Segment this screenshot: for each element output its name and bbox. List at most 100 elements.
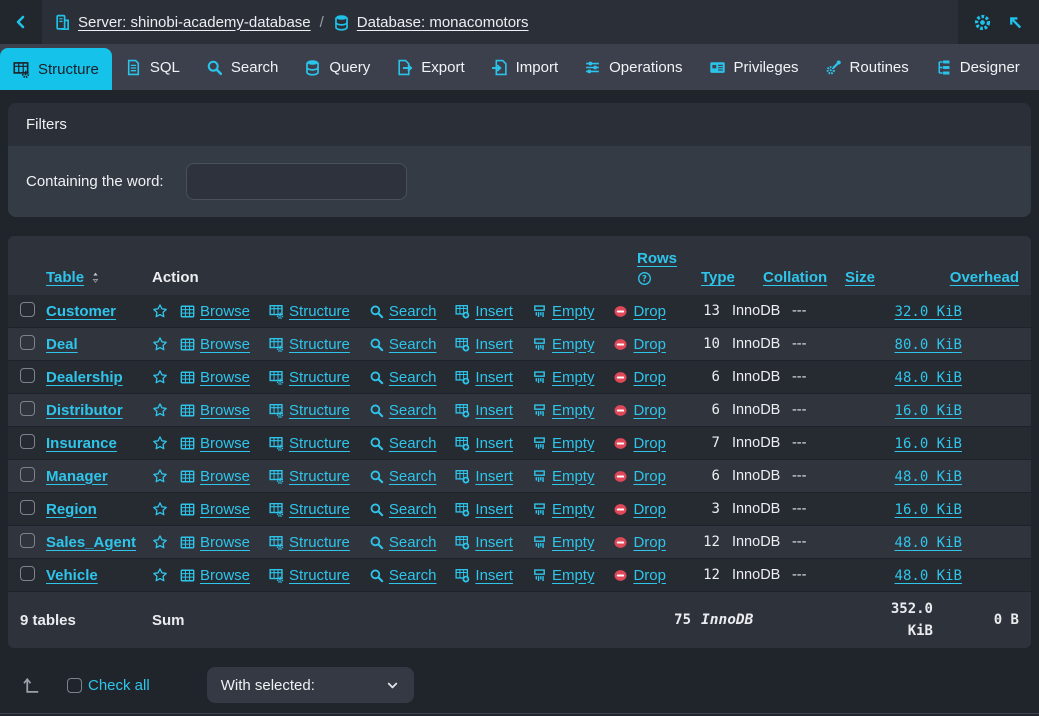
tab-routines[interactable]: Routines [812,44,922,90]
action-drop-link[interactable]: Drop [613,303,666,320]
favorite-star-icon[interactable] [152,303,180,319]
tab-privileges[interactable]: Privileges [696,44,812,90]
table-name-link[interactable]: Customer [46,303,116,320]
action-empty-link[interactable]: Empty [532,567,595,584]
back-button[interactable] [0,0,42,44]
table-name-link[interactable]: Region [46,501,97,518]
table-name-link[interactable]: Dealership [46,369,123,386]
action-search-link[interactable]: Search [369,435,437,452]
action-search-link[interactable]: Search [369,369,437,386]
check-all-checkbox[interactable] [67,678,82,693]
containing-word-input[interactable] [186,163,407,200]
action-empty-link[interactable]: Empty [532,369,595,386]
table-name-link[interactable]: Vehicle [46,567,98,584]
action-insert-link[interactable]: Insert [455,534,513,551]
action-insert-link[interactable]: Insert [455,303,513,320]
favorite-star-icon[interactable] [152,468,180,484]
tab-search[interactable]: Search [193,44,292,90]
action-empty-link[interactable]: Empty [532,534,595,551]
favorite-star-icon[interactable] [152,501,180,517]
table-name-link[interactable]: Insurance [46,435,117,452]
table-name-link[interactable]: Manager [46,468,108,485]
action-empty-link[interactable]: Empty [532,468,595,485]
table-name-link[interactable]: Distributor [46,402,123,419]
favorite-star-icon[interactable] [152,567,180,583]
tab-import[interactable]: Import [478,44,572,90]
action-search-link[interactable]: Search [369,501,437,518]
check-all-control[interactable]: Check all [67,677,150,694]
sort-by-rows-link[interactable]: Rows [637,250,677,267]
action-search-link[interactable]: Search [369,303,437,320]
favorite-star-icon[interactable] [152,534,180,550]
action-empty-link[interactable]: Empty [532,501,595,518]
row-checkbox[interactable] [20,302,35,317]
action-browse-link[interactable]: Browse [180,468,250,485]
with-selected-dropdown[interactable]: With selected: [207,667,414,703]
action-drop-link[interactable]: Drop [613,402,666,419]
row-checkbox[interactable] [20,566,35,581]
action-drop-link[interactable]: Drop [613,534,666,551]
breadcrumb-database-link[interactable]: Database: monacomotors [333,14,529,31]
action-search-link[interactable]: Search [369,567,437,584]
action-structure-link[interactable]: Structure [269,567,350,584]
tab-sql[interactable]: SQL [112,44,193,90]
breadcrumb-server-link[interactable]: Server: shinobi-academy-database [54,14,311,31]
tab-operations[interactable]: Operations [571,44,695,90]
action-insert-link[interactable]: Insert [455,435,513,452]
tab-designer[interactable]: Designer [922,44,1033,90]
action-drop-link[interactable]: Drop [613,369,666,386]
action-structure-link[interactable]: Structure [269,468,350,485]
action-empty-link[interactable]: Empty [532,303,595,320]
action-drop-link[interactable]: Drop [613,468,666,485]
action-structure-link[interactable]: Structure [269,534,350,551]
favorite-star-icon[interactable] [152,402,180,418]
tab-structure[interactable]: Structure [0,48,112,90]
row-size-link[interactable]: 80.0 KiB [895,337,962,353]
row-checkbox[interactable] [20,434,35,449]
action-empty-link[interactable]: Empty [532,402,595,419]
row-checkbox[interactable] [20,368,35,383]
action-insert-link[interactable]: Insert [455,468,513,485]
row-size-link[interactable]: 48.0 KiB [895,469,962,485]
action-search-link[interactable]: Search [369,468,437,485]
action-insert-link[interactable]: Insert [455,369,513,386]
rows-help-icon[interactable] [637,271,652,286]
row-size-link[interactable]: 32.0 KiB [895,304,962,320]
action-search-link[interactable]: Search [369,402,437,419]
favorite-star-icon[interactable] [152,369,180,385]
row-size-link[interactable]: 48.0 KiB [895,568,962,584]
row-size-link[interactable]: 48.0 KiB [895,535,962,551]
row-checkbox[interactable] [20,500,35,515]
action-structure-link[interactable]: Structure [269,336,350,353]
action-insert-link[interactable]: Insert [455,501,513,518]
action-insert-link[interactable]: Insert [455,402,513,419]
table-name-link[interactable]: Sales_Agent [46,534,136,551]
action-browse-link[interactable]: Browse [180,303,250,320]
row-size-link[interactable]: 48.0 KiB [895,370,962,386]
action-insert-link[interactable]: Insert [455,567,513,584]
sort-by-table-link[interactable]: Table [46,269,84,286]
action-search-link[interactable]: Search [369,534,437,551]
sort-by-size-link[interactable]: Size [845,269,875,286]
action-browse-link[interactable]: Browse [180,567,250,584]
table-name-link[interactable]: Deal [46,336,78,353]
tab-export[interactable]: Export [383,44,477,90]
action-structure-link[interactable]: Structure [269,435,350,452]
action-drop-link[interactable]: Drop [613,336,666,353]
action-structure-link[interactable]: Structure [269,369,350,386]
row-checkbox[interactable] [20,467,35,482]
action-structure-link[interactable]: Structure [269,501,350,518]
action-browse-link[interactable]: Browse [180,501,250,518]
action-structure-link[interactable]: Structure [269,303,350,320]
action-browse-link[interactable]: Browse [180,402,250,419]
sort-icon[interactable] [89,271,102,284]
settings-gear-icon[interactable] [973,13,992,32]
action-browse-link[interactable]: Browse [180,534,250,551]
sort-by-type-link[interactable]: Type [701,269,735,286]
action-browse-link[interactable]: Browse [180,435,250,452]
favorite-star-icon[interactable] [152,336,180,352]
action-browse-link[interactable]: Browse [180,369,250,386]
sort-by-overhead-link[interactable]: Overhead [950,269,1019,286]
action-empty-link[interactable]: Empty [532,336,595,353]
action-drop-link[interactable]: Drop [613,501,666,518]
